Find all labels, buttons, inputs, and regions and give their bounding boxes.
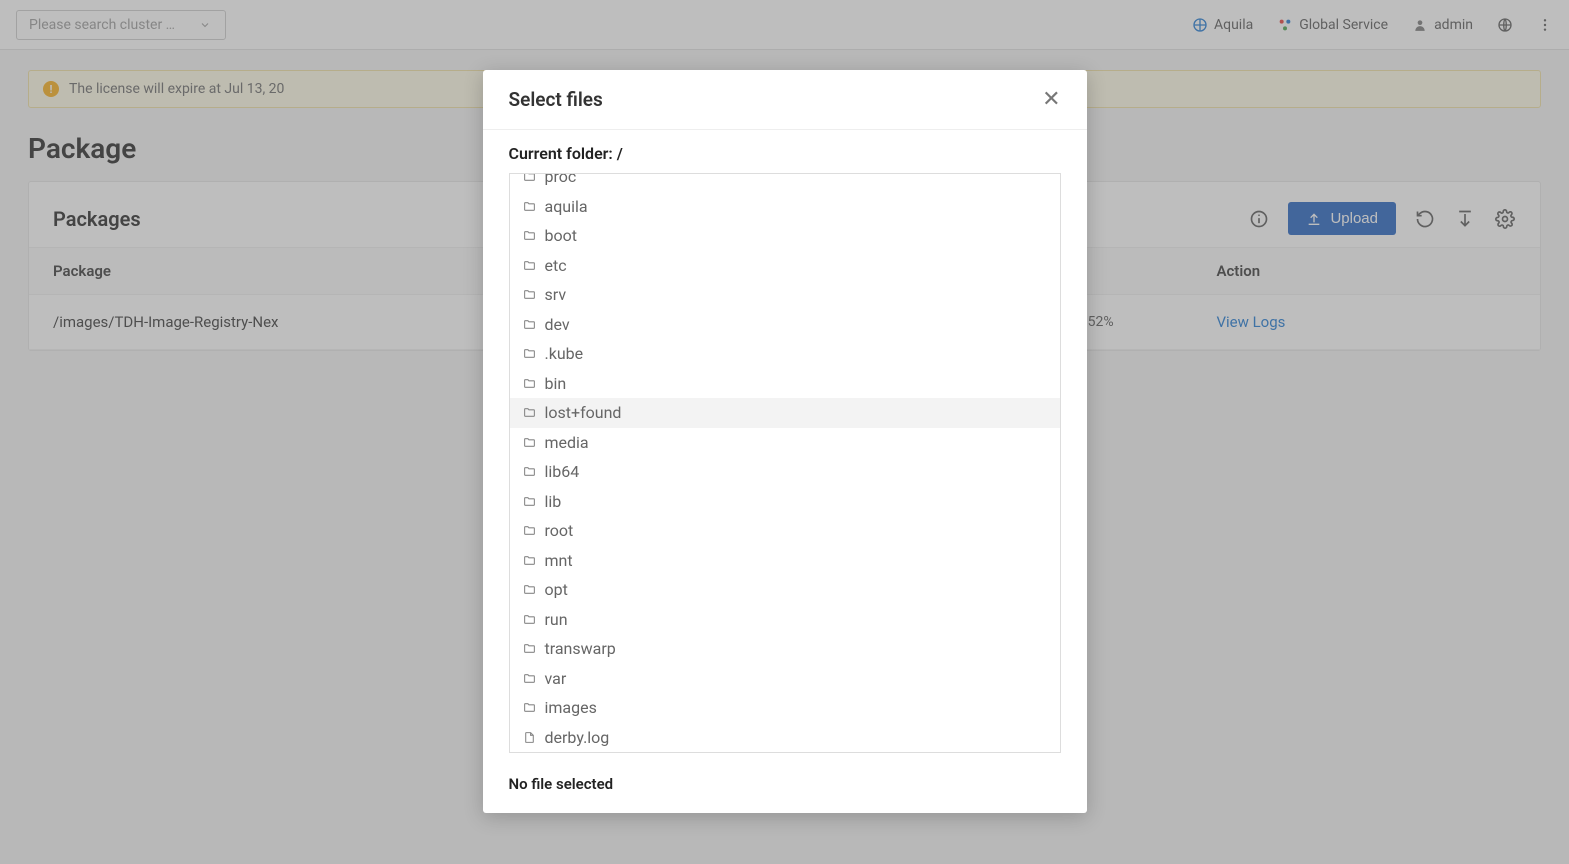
folder-icon: [522, 318, 537, 331]
current-folder-prefix: Current folder:: [509, 144, 617, 163]
folder-icon: [522, 406, 537, 419]
folder-icon: [522, 524, 537, 537]
fs-entry-name: images: [545, 695, 597, 721]
folder-icon: [522, 436, 537, 449]
select-files-modal: Select files ✕ Current folder: / proc aqu…: [483, 70, 1087, 813]
folder-icon: [522, 701, 537, 714]
folder-icon: [522, 672, 537, 685]
fs-entry-name: run: [545, 607, 568, 633]
folder-icon: [522, 495, 537, 508]
folder-item-lost+found[interactable]: lost+found: [510, 398, 1060, 428]
fs-entry-name: lost+found: [545, 400, 622, 426]
modal-header: Select files ✕: [483, 70, 1087, 130]
folder-item-srv[interactable]: srv: [510, 280, 1060, 310]
folder-item-etc[interactable]: etc: [510, 251, 1060, 281]
folder-item-opt[interactable]: opt: [510, 575, 1060, 605]
folder-icon: [522, 259, 537, 272]
folder-icon: [522, 173, 537, 183]
modal-title: Select files: [509, 88, 603, 111]
fs-entry-name: root: [545, 518, 574, 544]
folder-icon: [522, 613, 537, 626]
folder-item-dev[interactable]: dev: [510, 310, 1060, 340]
folder-icon: [522, 229, 537, 242]
current-folder-path: /: [617, 144, 623, 163]
folder-item-transwarp[interactable]: transwarp: [510, 634, 1060, 664]
folder-icon: [522, 200, 537, 213]
folder-item-root[interactable]: root: [510, 516, 1060, 546]
folder-icon: [522, 583, 537, 596]
fs-entry-name: transwarp: [545, 636, 616, 662]
close-icon[interactable]: ✕: [1042, 89, 1060, 111]
fs-entry-name: mnt: [545, 548, 573, 574]
fs-entry-name: proc: [545, 173, 577, 190]
modal-overlay[interactable]: Select files ✕ Current folder: / proc aqu…: [0, 0, 1569, 864]
folder-icon: [522, 642, 537, 655]
folder-icon: [522, 288, 537, 301]
file-item-derby.log[interactable]: derby.log: [510, 723, 1060, 753]
fs-entry-name: var: [545, 666, 567, 692]
folder-item-.kube[interactable]: .kube: [510, 339, 1060, 369]
fs-entry-name: lib64: [545, 459, 580, 485]
fs-entry-name: .kube: [545, 341, 584, 367]
fs-entry-name: dev: [545, 312, 570, 338]
folder-item-tmp[interactable]: tmp: [510, 752, 1060, 753]
fs-entry-name: bin: [545, 371, 567, 397]
folder-item-run[interactable]: run: [510, 605, 1060, 635]
folder-icon: [522, 347, 537, 360]
folder-item-boot[interactable]: boot: [510, 221, 1060, 251]
folder-item-mnt[interactable]: mnt: [510, 546, 1060, 576]
folder-icon: [522, 554, 537, 567]
folder-item-aquila[interactable]: aquila: [510, 192, 1060, 222]
fs-entry-name: srv: [545, 282, 567, 308]
folder-item-lib64[interactable]: lib64: [510, 457, 1060, 487]
folder-icon: [522, 465, 537, 478]
selection-status: No file selected: [509, 775, 1061, 793]
fs-entry-name: media: [545, 430, 589, 456]
current-folder-label: Current folder: /: [509, 144, 1061, 163]
folder-item-proc[interactable]: proc: [510, 173, 1060, 192]
modal-body: Current folder: / proc aquila boot etc srv de…: [483, 130, 1087, 813]
folder-item-lib[interactable]: lib: [510, 487, 1060, 517]
folder-item-images[interactable]: images: [510, 693, 1060, 723]
folder-item-bin[interactable]: bin: [510, 369, 1060, 399]
fs-entry-name: lib: [545, 489, 562, 515]
file-browser[interactable]: proc aquila boot etc srv dev .kube bin lost+foun…: [509, 173, 1061, 753]
file-icon: [522, 731, 537, 744]
fs-entry-name: etc: [545, 253, 567, 279]
folder-icon: [522, 377, 537, 390]
fs-entry-name: opt: [545, 577, 568, 603]
folder-item-var[interactable]: var: [510, 664, 1060, 694]
folder-item-media[interactable]: media: [510, 428, 1060, 458]
fs-entry-name: aquila: [545, 194, 588, 220]
fs-entry-name: boot: [545, 223, 577, 249]
fs-entry-name: derby.log: [545, 725, 610, 751]
